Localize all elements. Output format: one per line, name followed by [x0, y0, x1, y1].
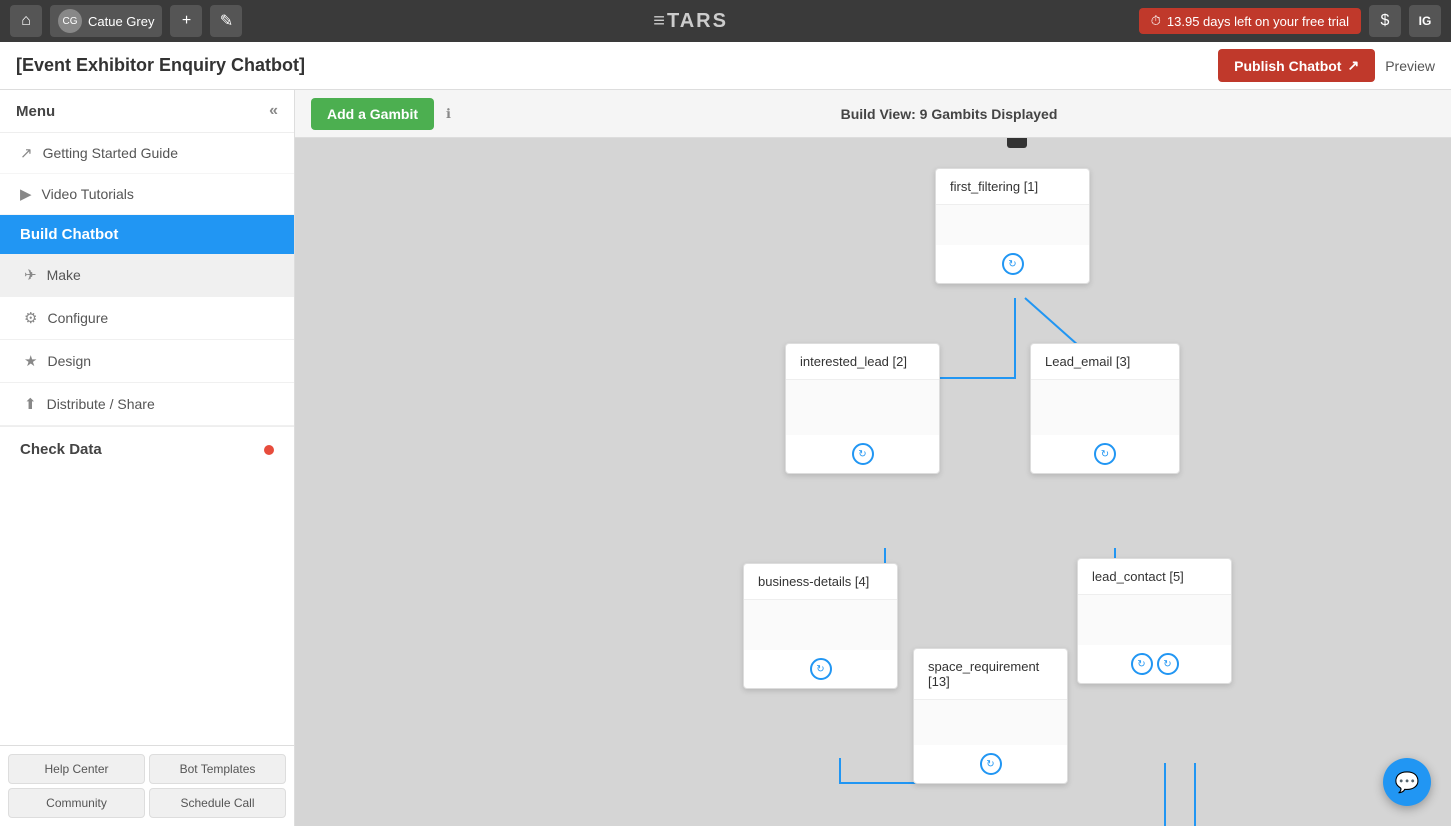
gambit-connector[interactable]: ↻	[1002, 253, 1024, 275]
edit-button[interactable]: ✎	[210, 5, 242, 37]
plus-icon: +	[182, 12, 191, 30]
schedule-call-button[interactable]: Schedule Call	[149, 788, 286, 818]
sidebar-item-label: Video Tutorials	[42, 186, 134, 202]
gambit-node-space-requirement[interactable]: space_requirement[13] ↻	[913, 648, 1068, 784]
gambit-node-footer: ↻	[936, 245, 1089, 283]
trial-text: 13.95 days left on your free trial	[1167, 14, 1349, 29]
gambit-node-label: space_requirement[13]	[914, 649, 1067, 700]
gambit-connector-right[interactable]: ↻	[1157, 653, 1179, 675]
sidebar-design-label: Design	[47, 353, 91, 369]
gambit-connector[interactable]: ↻	[852, 443, 874, 465]
gambit-node-label: Lead_email [3]	[1031, 344, 1179, 380]
edit-icon: ✎	[220, 11, 233, 31]
sidebar-item-video-tutorials[interactable]: ▶ Video Tutorials	[0, 174, 294, 215]
help-center-button[interactable]: Help Center	[8, 754, 145, 784]
gambit-node-label: first_filtering [1]	[936, 169, 1089, 205]
chat-bubble[interactable]: 💬	[1383, 758, 1431, 806]
sidebar-bottom-buttons: Help Center Bot Templates Community Sche…	[0, 745, 294, 826]
publish-area: Publish Chatbot ↗ Preview	[1218, 49, 1435, 82]
profile-button[interactable]: IG	[1409, 5, 1441, 37]
canvas[interactable]: first_filtering [1] ↻ interested_lead [2…	[295, 138, 1451, 826]
gambit-node-label: interested_lead [2]	[786, 344, 939, 380]
sidebar-header: Menu «	[0, 90, 294, 133]
chatbot-title: [Event Exhibitor Enquiry Chatbot]	[16, 55, 305, 76]
publish-button[interactable]: Publish Chatbot ↗	[1218, 49, 1375, 82]
sidebar-build-chatbot-header: Build Chatbot	[0, 215, 294, 254]
info-icon[interactable]: ℹ	[446, 106, 451, 122]
make-icon: ✈	[24, 266, 37, 284]
sidebar: Menu « ↗ Getting Started Guide ▶ Video T…	[0, 90, 295, 826]
canvas-area: Add a Gambit ℹ Build View: 9 Gambits Dis…	[295, 90, 1451, 826]
sidebar-item-make[interactable]: ✈ Make	[0, 254, 294, 297]
clock-icon: ⏱	[1151, 13, 1161, 29]
sidebar-item-label: Getting Started Guide	[43, 145, 178, 161]
canvas-title: Build View: 9 Gambits Displayed	[463, 106, 1435, 122]
publish-label: Publish Chatbot	[1234, 58, 1341, 74]
gambit-node-footer: ↻ ↻	[1078, 645, 1231, 683]
external-link-icon: ↗	[20, 144, 33, 162]
build-chatbot-label: Build Chatbot	[20, 226, 118, 243]
chat-bubble-icon: 💬	[1395, 770, 1420, 795]
gambit-connector-left[interactable]: ↻	[1131, 653, 1153, 675]
add-gambit-label: Add a Gambit	[327, 106, 418, 122]
gambit-node-business-details[interactable]: business-details [4] ↻	[743, 563, 898, 689]
sidebar-item-distribute-share[interactable]: ⬆ Distribute / Share	[0, 383, 294, 426]
sidebar-check-data[interactable]: Check Data	[0, 426, 294, 472]
user-name: Catue Grey	[88, 14, 154, 29]
avatar: CG	[58, 9, 82, 33]
gambit-node-label: lead_contact [5]	[1078, 559, 1231, 595]
gambit-connector[interactable]: ↻	[1094, 443, 1116, 465]
gambit-node-footer: ↻	[786, 435, 939, 473]
app-logo: ≡TARS	[250, 10, 1130, 33]
main-layout: Menu « ↗ Getting Started Guide ▶ Video T…	[0, 90, 1451, 826]
gambit-node-interested-lead[interactable]: interested_lead [2] ↻	[785, 343, 940, 474]
gambit-node-lead-contact[interactable]: lead_contact [5] ↻ ↻	[1077, 558, 1232, 684]
notification-dot	[264, 445, 274, 455]
gambit-connector[interactable]: ↻	[980, 753, 1002, 775]
sidebar-distribute-label: Distribute / Share	[47, 396, 155, 412]
preview-link[interactable]: Preview	[1385, 58, 1435, 74]
sidebar-collapse-button[interactable]: «	[269, 102, 278, 120]
add-button[interactable]: +	[170, 5, 202, 37]
sidebar-item-configure[interactable]: ⚙ Configure	[0, 297, 294, 340]
design-icon: ★	[24, 352, 37, 370]
gambit-node-footer: ↻	[914, 745, 1067, 783]
publish-icon: ↗	[1347, 57, 1359, 74]
gambit-connector[interactable]: ↻	[810, 658, 832, 680]
ig-label: IG	[1419, 14, 1432, 28]
check-data-label: Check Data	[20, 441, 102, 458]
gambit-node-footer: ↻	[1031, 435, 1179, 473]
gambit-node-lead-email[interactable]: Lead_email [3] ↻	[1030, 343, 1180, 474]
gambit-connector-double: ↻ ↻	[1131, 653, 1179, 675]
canvas-toolbar: Add a Gambit ℹ Build View: 9 Gambits Dis…	[295, 90, 1451, 138]
topbar: ⌂ CG Catue Grey + ✎ ≡TARS ⏱ 13.95 days l…	[0, 0, 1451, 42]
trial-badge[interactable]: ⏱ 13.95 days left on your free trial	[1139, 8, 1361, 34]
dollar-icon: $	[1381, 12, 1390, 30]
sidebar-make-label: Make	[47, 267, 81, 283]
connections-svg	[295, 138, 1451, 826]
sidebar-configure-label: Configure	[47, 310, 108, 326]
titlebar: [Event Exhibitor Enquiry Chatbot] Publis…	[0, 42, 1451, 90]
sidebar-item-design[interactable]: ★ Design	[0, 340, 294, 383]
canvas-handle[interactable]	[1007, 138, 1027, 148]
home-icon: ⌂	[21, 12, 31, 30]
share-icon: ⬆	[24, 395, 37, 413]
gambit-node-footer: ↻	[744, 650, 897, 688]
community-button[interactable]: Community	[8, 788, 145, 818]
gambit-node-label: business-details [4]	[744, 564, 897, 600]
sidebar-menu-label: Menu	[16, 103, 55, 120]
play-icon: ▶	[20, 185, 32, 203]
avatar-initials: CG	[63, 16, 78, 27]
billing-button[interactable]: $	[1369, 5, 1401, 37]
user-menu[interactable]: CG Catue Grey	[50, 5, 162, 37]
home-button[interactable]: ⌂	[10, 5, 42, 37]
bot-templates-button[interactable]: Bot Templates	[149, 754, 286, 784]
sidebar-item-getting-started[interactable]: ↗ Getting Started Guide	[0, 133, 294, 174]
configure-icon: ⚙	[24, 309, 37, 327]
gambit-node-first-filtering[interactable]: first_filtering [1] ↻	[935, 168, 1090, 284]
add-gambit-button[interactable]: Add a Gambit	[311, 98, 434, 130]
